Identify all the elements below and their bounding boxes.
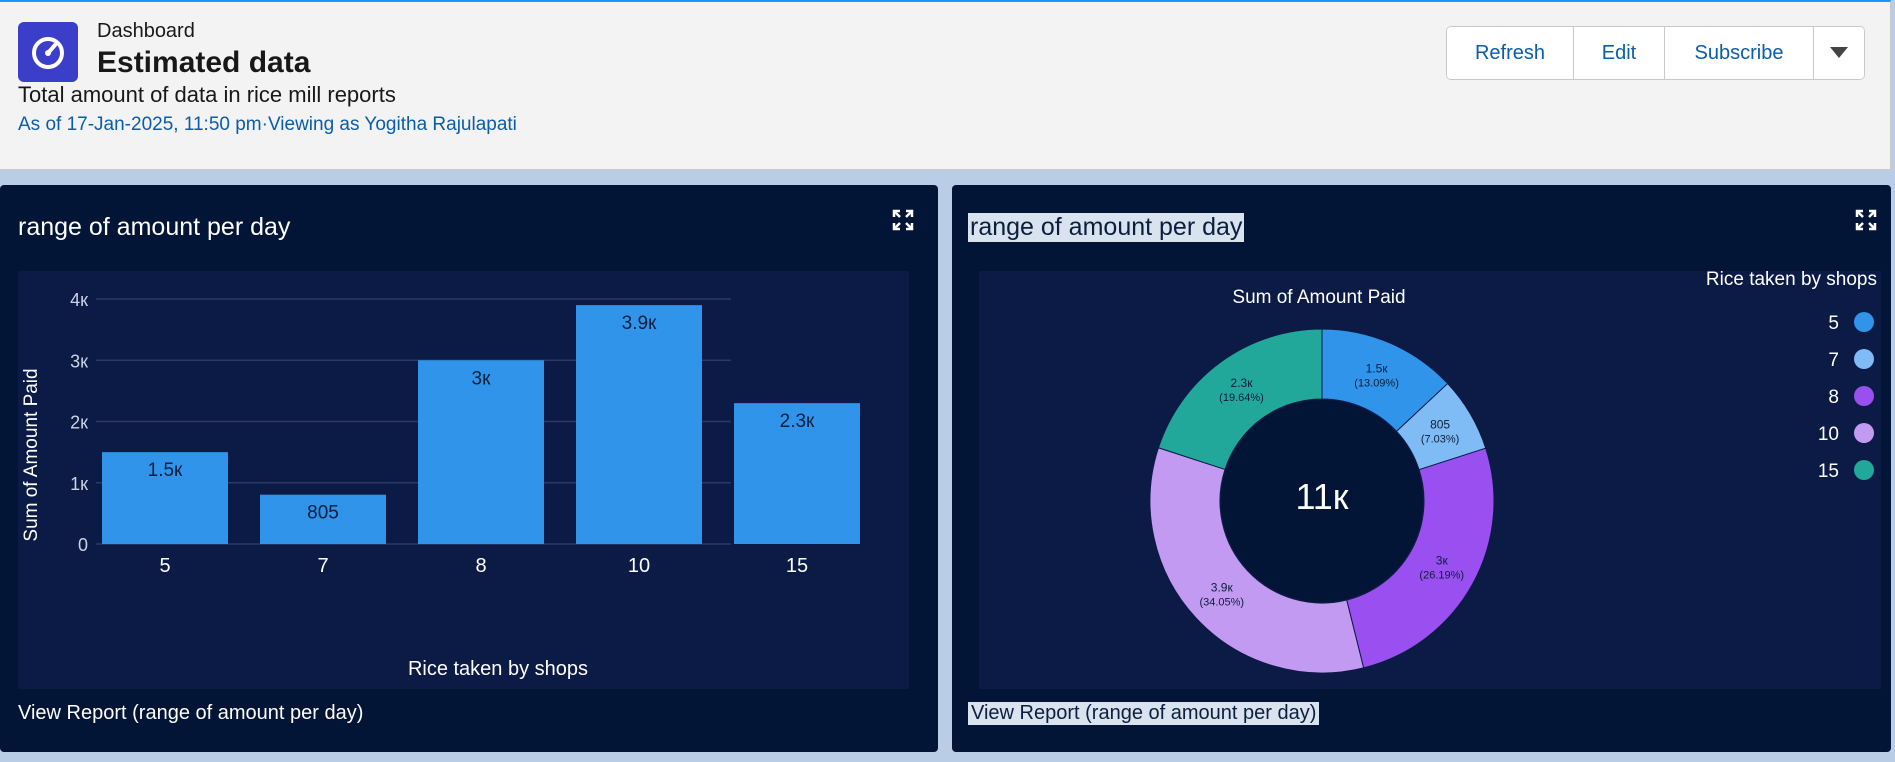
gauge-icon bbox=[18, 22, 78, 82]
bar bbox=[576, 305, 702, 544]
subscribe-button[interactable]: Subscribe bbox=[1665, 27, 1814, 79]
expand-icon[interactable] bbox=[892, 209, 914, 231]
legend-item-label: 8 bbox=[1828, 387, 1839, 408]
legend-item-label: 5 bbox=[1828, 313, 1839, 334]
legend-item-swatch bbox=[1854, 460, 1874, 480]
bar-value-label: 2.3к bbox=[780, 411, 815, 432]
slice-percent-label: (34.05%) bbox=[1199, 596, 1244, 608]
breadcrumb: Dashboard bbox=[97, 20, 195, 42]
x-axis-label: Rice taken by shops bbox=[408, 658, 588, 680]
dashboard-description: Total amount of data in rice mill report… bbox=[18, 82, 396, 107]
x-tick-label: 15 bbox=[786, 555, 808, 577]
y-tick-label: 2к bbox=[70, 413, 88, 433]
chart-title: Sum of Amount Paid bbox=[1232, 287, 1405, 308]
chevron-down-icon bbox=[1830, 47, 1848, 58]
slice-value-label: 3к bbox=[1436, 554, 1449, 568]
legend-item-swatch bbox=[1854, 312, 1874, 332]
panel-title: range of amount per day bbox=[968, 213, 1245, 242]
as-of-status: As of 17-Jan-2025, 11:50 pm·Viewing as Y… bbox=[18, 114, 517, 135]
bar-value-label: 3к bbox=[472, 368, 492, 389]
slice-value-label: 2.3к bbox=[1231, 376, 1254, 390]
refresh-button[interactable]: Refresh bbox=[1447, 27, 1574, 79]
legend-item-label: 7 bbox=[1828, 350, 1839, 371]
bar-value-label: 805 bbox=[307, 503, 339, 524]
donut-chart-area: Sum of Amount Paid Rice taken by shops 1… bbox=[979, 269, 1881, 689]
donut-center-total: 11к bbox=[1295, 476, 1348, 517]
expand-icon[interactable] bbox=[1855, 209, 1877, 231]
legend-item-label: 10 bbox=[1818, 424, 1839, 445]
x-tick-label: 10 bbox=[628, 555, 650, 577]
legend-item-swatch bbox=[1854, 349, 1874, 369]
view-report-link[interactable]: View Report (range of amount per day) bbox=[968, 702, 1320, 725]
legend-item-label: 15 bbox=[1818, 461, 1839, 482]
legend-item-swatch bbox=[1854, 386, 1874, 406]
edit-button[interactable]: Edit bbox=[1574, 27, 1665, 79]
y-tick-label: 4к bbox=[70, 290, 88, 310]
donut-chart-panel: range of amount per day Sum of Amount Pa… bbox=[952, 185, 1891, 752]
legend-item-swatch bbox=[1854, 423, 1874, 443]
x-tick-label: 8 bbox=[475, 555, 486, 577]
x-tick-label: 7 bbox=[317, 555, 328, 577]
slice-percent-label: (26.19%) bbox=[1419, 570, 1464, 582]
dashboard-header: Dashboard Estimated data Total amount of… bbox=[0, 0, 1891, 170]
y-tick-label: 1к bbox=[70, 474, 88, 494]
donut-chart: Sum of Amount Paid Rice taken by shops 1… bbox=[1149, 269, 1877, 674]
y-axis-label: Sum of Amount Paid bbox=[21, 368, 42, 541]
header-button-group: Refresh Edit Subscribe bbox=[1446, 26, 1865, 80]
slice-percent-label: (7.03%) bbox=[1421, 434, 1460, 446]
page-title: Estimated data bbox=[97, 46, 311, 79]
bar-value-label: 1.5к bbox=[148, 460, 183, 481]
slice-percent-label: (13.09%) bbox=[1354, 377, 1399, 389]
y-tick-label: 0 bbox=[78, 535, 88, 555]
more-actions-button[interactable] bbox=[1814, 27, 1864, 79]
y-tick-label: 3к bbox=[70, 351, 88, 371]
slice-percent-label: (19.64%) bbox=[1219, 392, 1264, 404]
bar-chart: Sum of Amount Paid Rice taken by shops 0… bbox=[21, 290, 860, 680]
x-tick-label: 5 bbox=[159, 555, 170, 577]
bar-value-label: 3.9к bbox=[622, 313, 657, 334]
panel-title: range of amount per day bbox=[18, 213, 291, 241]
view-report-link[interactable]: View Report (range of amount per day) bbox=[18, 702, 363, 725]
legend-title: Rice taken by shops bbox=[1706, 271, 1877, 290]
bar-chart-panel: range of amount per day Sum of Amount Pa… bbox=[0, 185, 938, 752]
slice-value-label: 3.9к bbox=[1211, 580, 1234, 594]
slice-value-label: 1.5к bbox=[1366, 361, 1389, 375]
bar-chart-area: Sum of Amount Paid Rice taken by shops 0… bbox=[18, 271, 909, 689]
slice-value-label: 805 bbox=[1430, 418, 1450, 432]
